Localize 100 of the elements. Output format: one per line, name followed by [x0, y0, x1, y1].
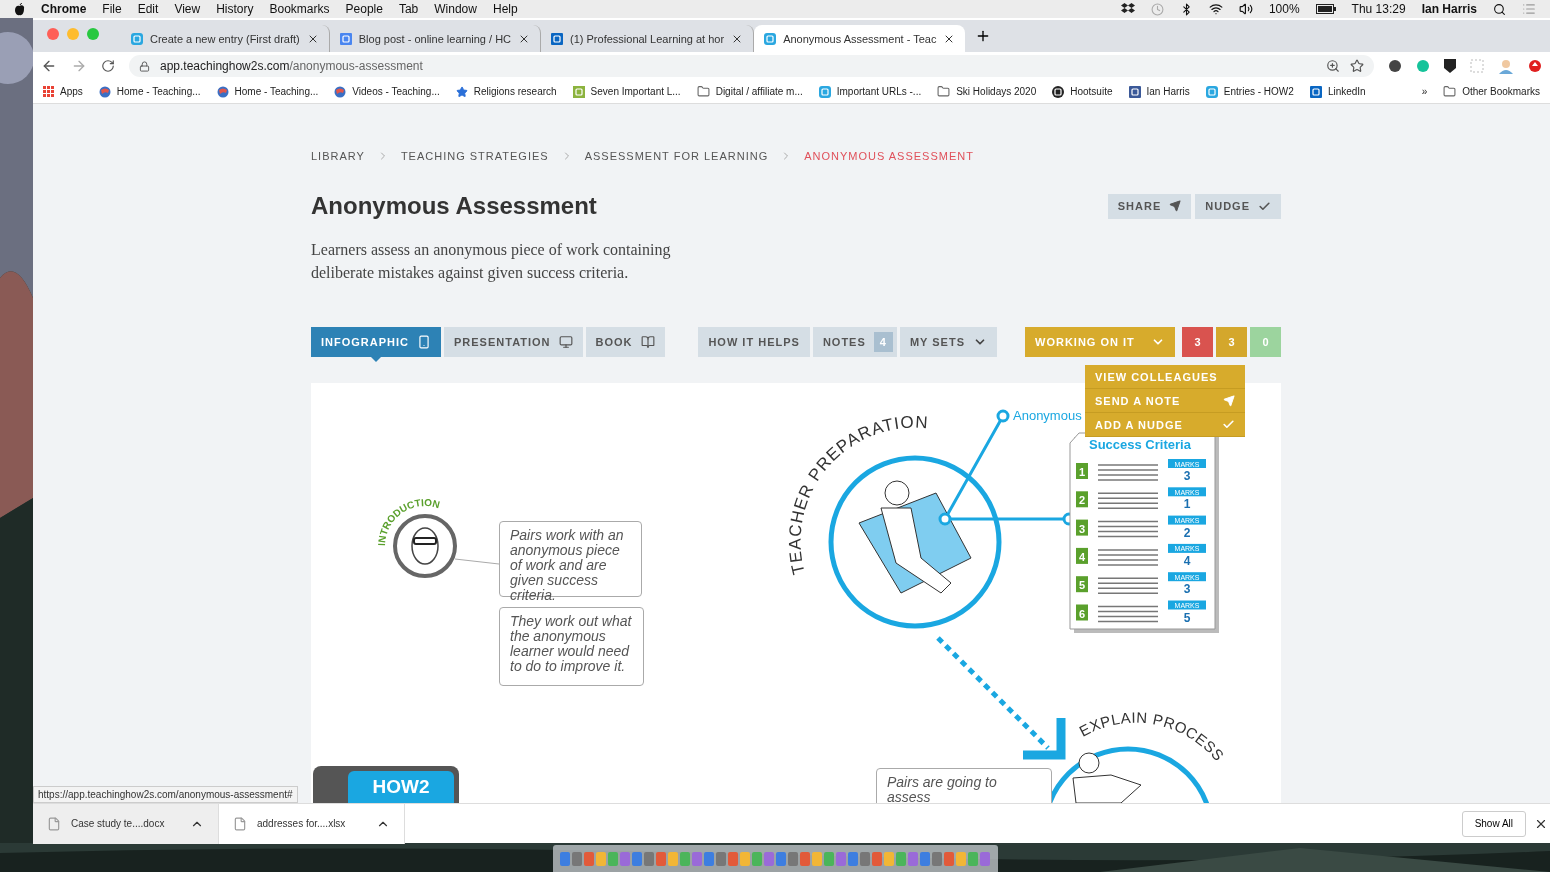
- speech-bubble: Pairs are going to assess: [876, 768, 1052, 803]
- action-button[interactable]: NUDGE: [1195, 193, 1281, 219]
- count-badge[interactable]: 3: [1182, 327, 1213, 357]
- check-icon: [1222, 418, 1235, 431]
- menu-item[interactable]: Help: [492, 2, 518, 16]
- criterion-number: 2: [1076, 491, 1088, 508]
- view-tab[interactable]: PRESENTATION: [444, 327, 583, 357]
- menu-item[interactable]: Window: [434, 2, 477, 16]
- screen-icon: [558, 335, 573, 349]
- bookmark-link[interactable]: Ski Holidays 2020: [956, 86, 1037, 97]
- text-lines-drawing: [1097, 577, 1159, 594]
- leader-line: [454, 558, 500, 565]
- text-lines-drawing: [1097, 605, 1159, 623]
- battery-percentage: 100%: [1268, 2, 1300, 16]
- user-name[interactable]: Ian Harris: [1421, 2, 1477, 16]
- folder-icon: [1443, 85, 1457, 98]
- selection-pointer: [371, 357, 381, 362]
- folder-icon: [696, 85, 710, 98]
- browser-tab[interactable]: Anonymous Assessment - Teac: [754, 25, 966, 52]
- anonymous-label: Anonymous: [1013, 408, 1082, 423]
- menu-item[interactable]: Edit: [137, 2, 159, 16]
- action-button[interactable]: SHARE: [1107, 193, 1192, 219]
- more-bookmarks-button[interactable]: »: [1421, 86, 1428, 97]
- marks-value: 5: [1183, 610, 1191, 625]
- tool-button[interactable]: HOW IT HELPS: [698, 327, 810, 357]
- marks-value: 3: [1183, 469, 1191, 483]
- tool-button[interactable]: NOTES 4: [812, 327, 897, 357]
- phone-icon: [417, 335, 431, 349]
- back-icon[interactable]: [41, 58, 57, 74]
- send-icon: [1169, 200, 1182, 212]
- menu-item[interactable]: Bookmarks: [269, 2, 330, 16]
- folder-icon: [937, 85, 951, 98]
- speech-bubble: They work out what the anonymous learner would need to do to improve it.: [499, 607, 644, 686]
- bookmark-link[interactable]: Other Bookmarks: [1462, 86, 1540, 97]
- logo-text: HOW2: [372, 776, 430, 797]
- bookmark-star-icon[interactable]: [1350, 59, 1364, 73]
- bookmark-link[interactable]: LinkedIn: [1327, 86, 1366, 97]
- app-menu[interactable]: Chrome: [41, 2, 87, 16]
- bookmark-link[interactable]: Home - Teaching...: [116, 86, 201, 97]
- bookmark-link[interactable]: Apps: [60, 86, 83, 97]
- avatar-icon[interactable]: [1498, 58, 1514, 74]
- criterion-number: 1: [1076, 463, 1088, 479]
- bookmark-link[interactable]: Home - Teaching...: [234, 86, 319, 97]
- bookmark-link[interactable]: Digital / affiliate m...: [715, 86, 803, 97]
- globe-icon: [334, 85, 347, 98]
- corner-marker-icon: [1023, 718, 1066, 760]
- bookmark-link[interactable]: Ian Harris: [1146, 86, 1190, 97]
- text-lines-drawing: [1097, 520, 1159, 538]
- address-field[interactable]: app.teachinghow2s.com/anonymous-assessment: [129, 55, 1374, 77]
- extension-icon[interactable]: [1388, 59, 1402, 73]
- breadcrumb-link[interactable]: ANONYMOUS ASSESSMENT: [804, 150, 974, 162]
- criterion-number: 5: [1076, 576, 1088, 593]
- tool-button[interactable]: MY SETS: [899, 327, 997, 357]
- bookmark-link[interactable]: Seven Important L...: [590, 86, 681, 97]
- download-item[interactable]: addresses for....xlsx: [219, 803, 405, 844]
- view-tab[interactable]: BOOK: [585, 327, 665, 357]
- wifi-icon[interactable]: [1208, 2, 1223, 16]
- zoom-icon[interactable]: [1326, 59, 1340, 73]
- text-lines-drawing: [1097, 464, 1159, 481]
- document-icon: [339, 32, 352, 45]
- globe-icon: [98, 85, 111, 98]
- menu-item[interactable]: View: [174, 2, 201, 16]
- breadcrumb-link[interactable]: LIBRARY: [311, 150, 365, 162]
- lock-icon: [139, 60, 150, 72]
- breadcrumb-link[interactable]: TEACHING STRATEGIES: [400, 150, 549, 162]
- marks-value: 2: [1183, 525, 1191, 540]
- status-url-tooltip: https://app.teachinghow2s.com/anonymous-assessment#: [33, 786, 298, 803]
- description-text: Learners assess an anonymous piece of work containing deliberate mistakes against given success criteria.: [311, 240, 672, 284]
- dropbox-icon: [1120, 3, 1135, 15]
- criteria-title: Success Criteria: [1089, 437, 1191, 452]
- volume-icon[interactable]: [1238, 2, 1253, 16]
- bookmark-link[interactable]: Videos - Teaching...: [352, 86, 440, 97]
- bookmark-link[interactable]: Important URLs -...: [836, 86, 922, 97]
- text-lines-drawing: [1097, 549, 1159, 566]
- star-icon: [455, 85, 468, 98]
- bookmark-link[interactable]: Religions research: [473, 86, 557, 97]
- send-icon: [1223, 394, 1235, 407]
- marks-value: 1: [1183, 497, 1191, 512]
- battery-icon[interactable]: [1315, 4, 1336, 14]
- page-title: Anonymous Assessment: [311, 192, 597, 220]
- update-icon[interactable]: [1528, 59, 1542, 73]
- globe-icon: [216, 85, 229, 98]
- check-icon: [1258, 199, 1271, 213]
- menu-item[interactable]: File: [102, 2, 122, 16]
- breadcrumb-link[interactable]: ASSESSMENT FOR LEARNING: [584, 150, 769, 162]
- marks-value: 3: [1183, 582, 1191, 597]
- menu-item[interactable]: People: [345, 2, 383, 16]
- bookmark-link[interactable]: Entries - HOW2: [1223, 86, 1294, 97]
- apps-icon: [43, 86, 54, 97]
- menu-item[interactable]: Tab: [398, 2, 419, 16]
- download-item[interactable]: Case study te....docx: [33, 803, 219, 844]
- marks-value: 4: [1183, 553, 1191, 568]
- clock[interactable]: Thu 13:29: [1351, 2, 1406, 16]
- menu-item[interactable]: History: [216, 2, 254, 16]
- bookmark-link[interactable]: Hootsuite: [1070, 86, 1113, 97]
- apple-icon: [14, 2, 25, 16]
- search-icon[interactable]: [1493, 2, 1506, 16]
- text-lines-drawing: [1097, 492, 1159, 510]
- reload-icon[interactable]: [101, 59, 115, 73]
- show-all-button[interactable]: Show All: [1461, 810, 1526, 837]
